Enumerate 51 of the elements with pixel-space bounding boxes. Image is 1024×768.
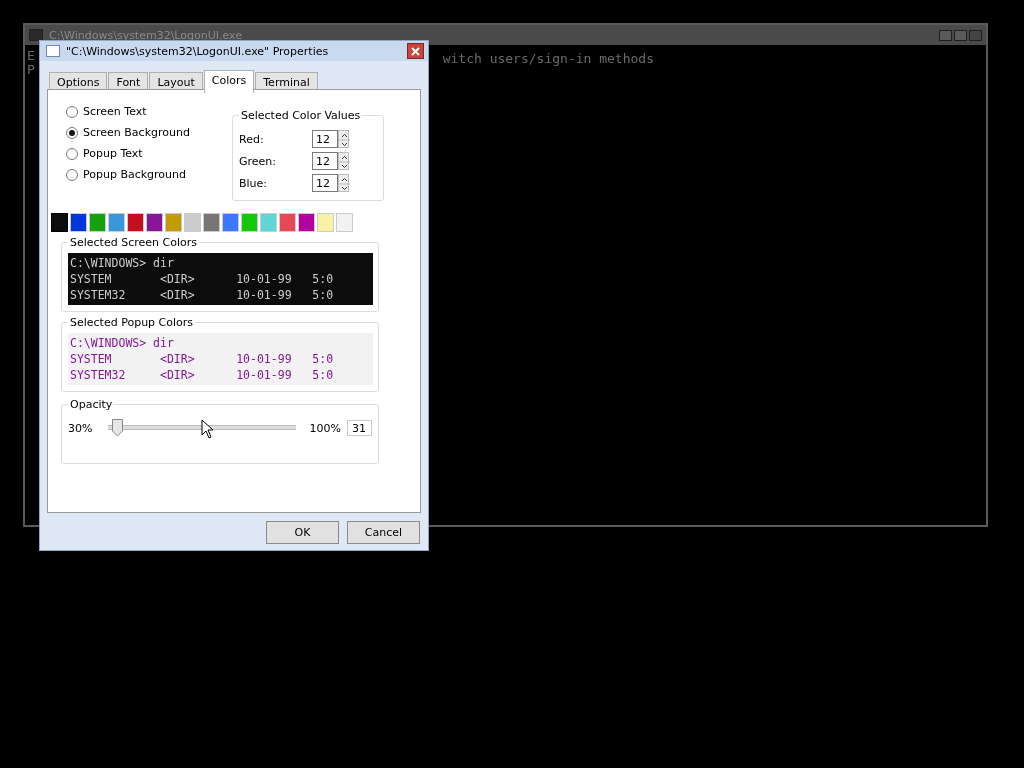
spinner-arrows[interactable] xyxy=(338,174,349,192)
tab[interactable]: Options xyxy=(49,72,108,92)
console-text: witch users/sign-in methods xyxy=(442,52,654,68)
radio-button[interactable] xyxy=(66,105,78,118)
mouse-cursor-icon xyxy=(201,419,214,439)
field-label: Red: xyxy=(239,132,264,146)
radio-label[interactable]: Screen Text xyxy=(83,105,147,118)
console-icon xyxy=(29,29,43,41)
radio-button[interactable] xyxy=(66,168,78,181)
tab[interactable]: Font xyxy=(108,72,149,92)
slider-min-label: 30% xyxy=(68,421,93,435)
spinner-arrows[interactable] xyxy=(338,130,349,148)
preview-text: C:\WINDOWS> dir xyxy=(70,335,175,351)
tab[interactable]: Colors xyxy=(203,70,255,93)
cancel-button[interactable]: Cancel xyxy=(347,521,420,544)
group-title: Selected Screen Colors xyxy=(68,236,199,249)
console-text: E xyxy=(27,49,35,63)
preview-text: SYSTEM <DIR> 10-01-99 5:0 xyxy=(70,351,335,367)
maximize-button[interactable] xyxy=(954,29,967,41)
preview-text: C:\WINDOWS> dir xyxy=(70,255,175,271)
console-text: P xyxy=(27,63,35,77)
tab[interactable]: Layout xyxy=(149,72,203,92)
slider-thumb[interactable] xyxy=(112,419,124,437)
close-icon xyxy=(411,46,420,56)
radio-label[interactable]: Popup Text xyxy=(83,147,143,160)
window-icon xyxy=(46,45,60,57)
radio-label[interactable]: Screen Background xyxy=(83,126,190,139)
ok-button[interactable]: OK xyxy=(266,521,339,544)
group-title: Selected Popup Colors xyxy=(68,316,196,329)
preview-text: SYSTEM32 <DIR> 10-01-99 5:0 xyxy=(70,287,335,303)
field-label: Blue: xyxy=(239,176,268,190)
preview-text: SYSTEM32 <DIR> 10-01-99 5:0 xyxy=(70,367,335,383)
minimize-button[interactable] xyxy=(939,29,952,41)
close-button[interactable] xyxy=(407,43,424,59)
radio-button[interactable] xyxy=(66,126,78,139)
number-field[interactable]: 12 xyxy=(312,174,338,192)
number-field[interactable]: 12 xyxy=(312,130,338,148)
window-title: "C:\Windows\system32\LogonUI.exe" Properties xyxy=(66,44,330,58)
color-swatch[interactable] xyxy=(51,213,68,232)
window-title: C:\Windows\system32\LogonUI.exe xyxy=(49,28,244,42)
group-title: Opacity xyxy=(68,398,115,411)
slider-max-label: 100% xyxy=(309,421,341,435)
field-label: Green: xyxy=(239,154,277,168)
radio-button[interactable] xyxy=(66,147,78,160)
spinner-arrows[interactable] xyxy=(338,152,349,170)
radio-label[interactable]: Popup Background xyxy=(83,168,187,181)
group-title: Selected Color Values xyxy=(239,109,363,122)
preview-text: SYSTEM <DIR> 10-01-99 5:0 xyxy=(70,271,335,287)
opacity-field[interactable]: 31 xyxy=(347,420,372,436)
number-field[interactable]: 12 xyxy=(312,152,338,170)
tab[interactable]: Terminal xyxy=(255,72,318,92)
